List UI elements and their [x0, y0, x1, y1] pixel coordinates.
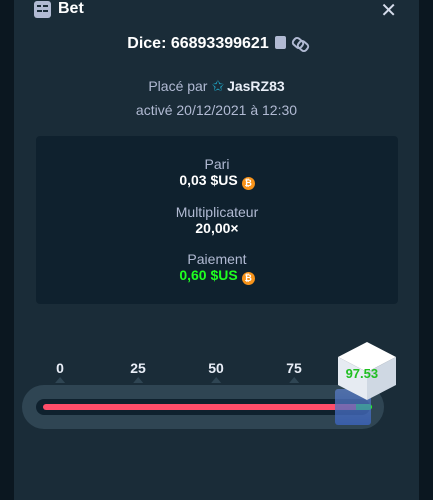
- modal-header: Bet ✕: [14, 0, 419, 22]
- multiplier-value: 20,00×: [195, 220, 239, 236]
- backdrop-left: [0, 0, 14, 500]
- bitcoin-icon: ₿: [241, 272, 255, 285]
- payout-stat: Paiement 0,60 $US ₿: [36, 251, 398, 285]
- bet-amount-stat: Pari 0,03 $US ₿: [36, 156, 398, 190]
- result-dice: 97.53: [336, 340, 396, 400]
- result-value: 97.53: [345, 366, 379, 381]
- bet-id-row: Dice: 66893399621: [14, 35, 419, 53]
- link-icon[interactable]: [292, 38, 306, 48]
- bet-slip-icon: [34, 1, 51, 18]
- modal-title: Bet: [58, 0, 84, 17]
- multiplier-stat: Multiplicateur 20,00×: [36, 204, 398, 236]
- lose-range-bar: [43, 404, 357, 410]
- close-icon[interactable]: ✕: [380, 0, 397, 23]
- backdrop-right: [419, 0, 433, 500]
- scale-tick: 0: [55, 360, 65, 383]
- scale-tick: 50: [208, 360, 224, 383]
- dice-scale: 0 25 50 75: [20, 360, 390, 383]
- placed-by-row: Placé par ✩ JasRZ83: [14, 77, 419, 95]
- activated-date: activé 20/12/2021 à 12:30: [135, 102, 298, 118]
- bitcoin-icon: ₿: [241, 177, 255, 190]
- bet-amount-label: Pari: [204, 156, 230, 172]
- username-link[interactable]: JasRZ83: [227, 78, 285, 94]
- bet-amount-text: 0,03 $US: [179, 172, 238, 188]
- scale-tick: 75: [286, 360, 302, 383]
- payout-label: Paiement: [187, 251, 247, 267]
- scale-tick: 25: [130, 360, 146, 383]
- copy-icon[interactable]: [274, 36, 286, 49]
- payout-text: 0,60 $US: [179, 267, 238, 283]
- bet-stats-panel: Pari 0,03 $US ₿ Multiplicateur 20,00× Pai…: [36, 136, 398, 304]
- dice-slider-inner: [36, 399, 372, 415]
- placed-by-label: Placé par: [148, 78, 208, 94]
- dice-slider-track: [22, 385, 384, 429]
- bet-amount-value: 0,03 $US ₿: [36, 172, 398, 190]
- multiplier-label: Multiplicateur: [175, 204, 259, 220]
- bet-id: Dice: 66893399621: [127, 35, 269, 52]
- payout-value: 0,60 $US ₿: [36, 267, 398, 285]
- vip-star-icon: ✩: [211, 78, 225, 95]
